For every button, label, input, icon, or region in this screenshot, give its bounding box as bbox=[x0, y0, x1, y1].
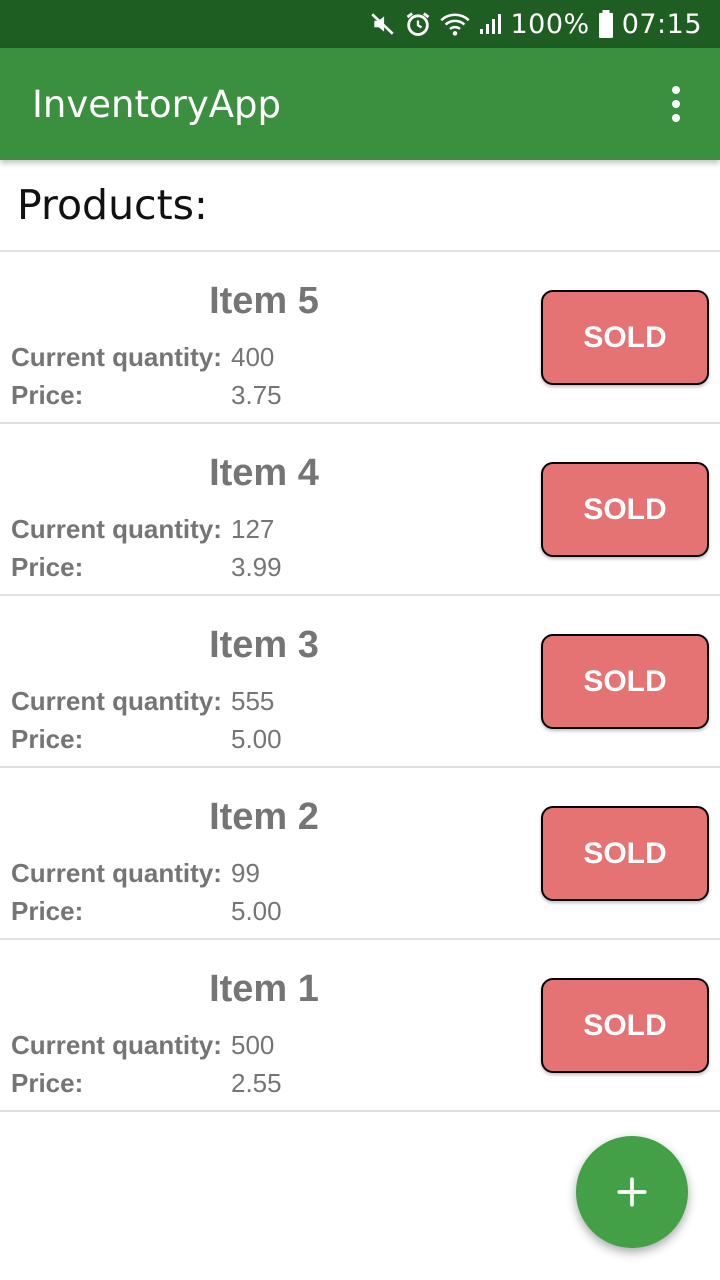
battery-icon bbox=[598, 10, 614, 38]
product-row[interactable]: Item 1 Current quantity: 500 Price: 2.55… bbox=[0, 940, 720, 1112]
add-product-button[interactable] bbox=[576, 1136, 688, 1248]
product-name: Item 1 bbox=[209, 968, 319, 1010]
products-header: Products: bbox=[0, 160, 720, 252]
quantity-value: 555 bbox=[231, 686, 275, 716]
products-title: Products: bbox=[17, 181, 208, 229]
battery-percent: 100% bbox=[510, 8, 590, 40]
quantity-value: 99 bbox=[231, 858, 260, 888]
price-label: Price: bbox=[11, 552, 84, 582]
quantity-label: Current quantity: bbox=[11, 514, 222, 544]
product-name: Item 5 bbox=[209, 280, 319, 322]
mute-icon bbox=[370, 11, 396, 37]
product-row[interactable]: Item 4 Current quantity: 127 Price: 3.99… bbox=[0, 424, 720, 596]
app-title: InventoryApp bbox=[32, 82, 282, 126]
product-row[interactable]: Item 3 Current quantity: 555 Price: 5.00… bbox=[0, 596, 720, 768]
wifi-icon bbox=[440, 11, 471, 37]
quantity-label: Current quantity: bbox=[11, 1030, 222, 1060]
product-row[interactable]: Item 2 Current quantity: 99 Price: 5.00 … bbox=[0, 768, 720, 940]
quantity-label: Current quantity: bbox=[11, 686, 222, 716]
quantity-value: 127 bbox=[231, 514, 275, 544]
app-bar: InventoryApp bbox=[0, 48, 720, 160]
plus-icon bbox=[617, 1177, 647, 1207]
alarm-icon bbox=[404, 10, 432, 38]
product-name: Item 2 bbox=[209, 796, 319, 838]
overflow-menu-icon[interactable] bbox=[652, 80, 700, 128]
quantity-value: 400 bbox=[231, 342, 275, 372]
quantity-value: 500 bbox=[231, 1030, 275, 1060]
price-label: Price: bbox=[11, 724, 84, 754]
price-value: 3.75 bbox=[231, 380, 282, 410]
sold-button[interactable]: SOLD bbox=[541, 634, 709, 729]
sold-button[interactable]: SOLD bbox=[541, 978, 709, 1073]
clock: 07:15 bbox=[621, 8, 702, 40]
price-label: Price: bbox=[11, 896, 84, 926]
product-list: Item 5 Current quantity: 400 Price: 3.75… bbox=[0, 252, 720, 1112]
quantity-label: Current quantity: bbox=[11, 342, 222, 372]
price-label: Price: bbox=[11, 380, 84, 410]
signal-icon bbox=[478, 12, 502, 36]
product-row[interactable]: Item 5 Current quantity: 400 Price: 3.75… bbox=[0, 252, 720, 424]
price-value: 5.00 bbox=[231, 724, 282, 754]
quantity-label: Current quantity: bbox=[11, 858, 222, 888]
sold-button[interactable]: SOLD bbox=[541, 462, 709, 557]
product-name: Item 4 bbox=[209, 452, 319, 494]
price-label: Price: bbox=[11, 1068, 84, 1098]
price-value: 5.00 bbox=[231, 896, 282, 926]
price-value: 2.55 bbox=[231, 1068, 282, 1098]
status-bar: 100% 07:15 bbox=[0, 0, 720, 48]
sold-button[interactable]: SOLD bbox=[541, 290, 709, 385]
price-value: 3.99 bbox=[231, 552, 282, 582]
sold-button[interactable]: SOLD bbox=[541, 806, 709, 901]
product-name: Item 3 bbox=[209, 624, 319, 666]
